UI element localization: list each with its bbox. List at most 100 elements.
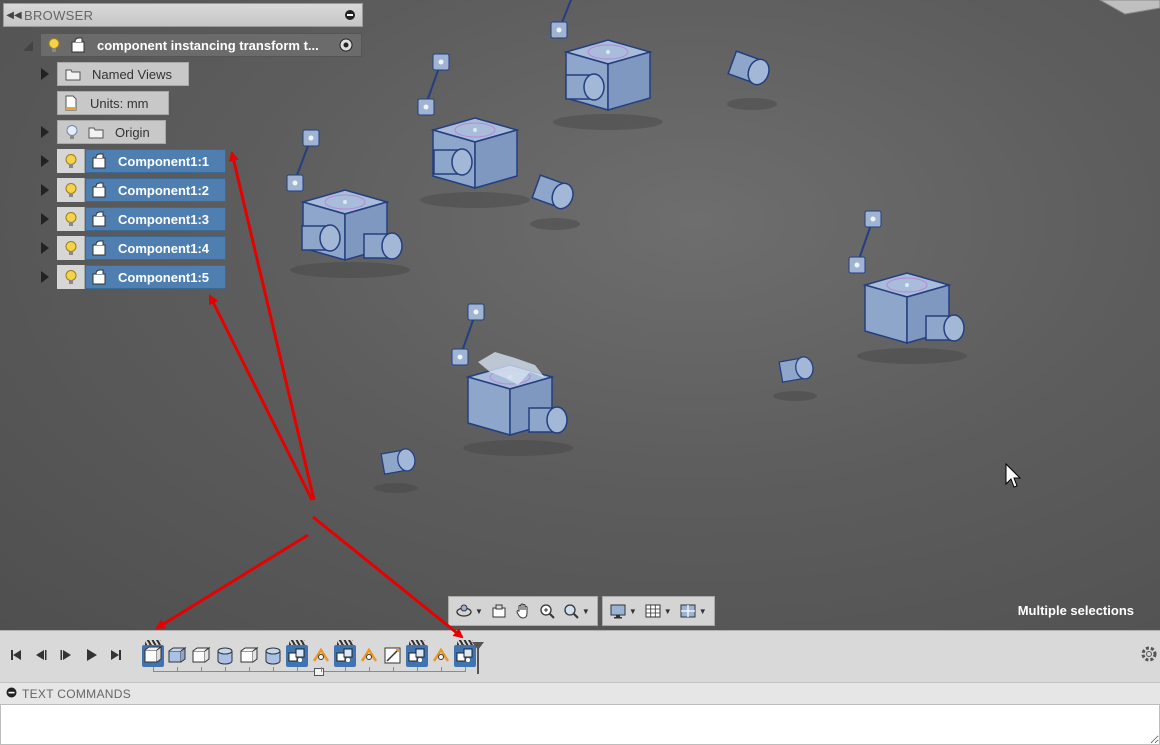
tree-node-named-views[interactable]: Named Views <box>57 62 189 86</box>
component-instance-4[interactable] <box>848 210 965 344</box>
timeline-tick <box>201 667 202 672</box>
pan-hand-icon[interactable] <box>512 600 534 622</box>
folder-icon <box>64 65 82 83</box>
timeline-tick <box>249 667 250 672</box>
pin-icon[interactable] <box>344 9 356 21</box>
viewports-icon[interactable] <box>677 600 699 622</box>
loose-peg-1[interactable] <box>727 49 774 89</box>
zoom-window-icon[interactable] <box>560 600 582 622</box>
timeline-tick <box>153 667 154 672</box>
timeline-feature-component-pattern-icon[interactable] <box>286 645 308 667</box>
visibility-bulb-icon[interactable] <box>62 239 80 257</box>
component-instance-5[interactable] <box>451 303 568 436</box>
tree-node-component-4[interactable]: Component1:4 <box>57 236 226 260</box>
nav-group-display: ▼ ▼ ▼ <box>601 596 715 626</box>
visibility-bulb-off-icon[interactable] <box>63 123 81 141</box>
step-back-icon[interactable] <box>32 646 50 664</box>
expand-component-2-icon[interactable] <box>39 183 51 197</box>
visibility-bulb-icon[interactable] <box>45 36 63 54</box>
display-dropdown-icon[interactable]: ▼ <box>629 607 637 616</box>
text-commands-header[interactable]: TEXT COMMANDS <box>0 682 1160 704</box>
timeline-group-marker <box>457 640 473 645</box>
mouse-cursor-icon <box>1005 462 1022 488</box>
tree-node-root[interactable]: component instancing transform t... <box>40 33 362 57</box>
go-to-start-icon[interactable] <box>7 646 25 664</box>
activate-radio-icon[interactable] <box>337 36 355 54</box>
timeline-feature-component-pattern-icon[interactable] <box>334 645 356 667</box>
expand-component-3-icon[interactable] <box>39 212 51 226</box>
loose-peg-2[interactable] <box>531 173 578 213</box>
timeline-feature-cylinder-icon[interactable] <box>262 645 284 667</box>
expand-named-views-icon[interactable] <box>39 67 51 81</box>
timeline-settings-gear-icon[interactable] <box>1140 645 1158 663</box>
play-step-icon[interactable] <box>57 646 75 664</box>
timeline-feature-box-icon[interactable] <box>190 645 212 667</box>
visibility-bulb-icon[interactable] <box>62 181 80 199</box>
timeline-feature-joint-icon[interactable] <box>310 645 332 667</box>
text-commands-input[interactable] <box>0 704 1160 745</box>
tree-node-root-label: component instancing transform t... <box>97 37 319 53</box>
timeline-tick <box>297 667 298 672</box>
grid-dropdown-icon[interactable]: ▼ <box>664 607 672 616</box>
component-label: Component1:4 <box>118 240 209 256</box>
selection-status: Multiple selections <box>1017 603 1134 618</box>
timeline-feature-component-pattern-icon[interactable] <box>406 645 428 667</box>
view-cube[interactable] <box>1098 0 1160 15</box>
timeline-feature-new-component-icon[interactable] <box>142 645 164 667</box>
component-label: Component1:2 <box>118 182 209 198</box>
grid-icon[interactable] <box>642 600 664 622</box>
tree-node-units[interactable]: Units: mm <box>57 91 169 115</box>
timeline-marker-icon[interactable] <box>314 668 324 676</box>
visibility-bulb-icon[interactable] <box>62 210 80 228</box>
loose-peg-3[interactable] <box>778 354 816 384</box>
minimize-icon[interactable] <box>0 686 22 701</box>
tree-node-component-1[interactable]: Component1:1 <box>57 149 226 173</box>
timeline-tick <box>321 667 322 672</box>
expand-origin-icon[interactable] <box>39 125 51 139</box>
timeline-feature-box-icon[interactable] <box>238 645 260 667</box>
zoom-dropdown-icon[interactable]: ▼ <box>582 607 590 616</box>
expand-root-icon[interactable] <box>22 38 34 52</box>
timeline-tick <box>465 667 466 672</box>
component-icon <box>69 36 87 54</box>
timeline-tick <box>369 667 370 672</box>
visibility-bulb-icon[interactable] <box>62 268 80 286</box>
timeline-end-marker-icon[interactable] <box>472 642 484 674</box>
tree-node-component-2[interactable]: Component1:2 <box>57 178 226 202</box>
visibility-bulb-icon[interactable] <box>62 152 80 170</box>
zoom-icon[interactable] <box>536 600 558 622</box>
expand-component-4-icon[interactable] <box>39 241 51 255</box>
timeline-group-marker <box>409 640 425 645</box>
nav-group-view: ▼ ▼ <box>448 596 598 626</box>
tree-node-component-5[interactable]: Component1:5 <box>57 265 226 289</box>
tree-node-component-3[interactable]: Component1:3 <box>57 207 226 231</box>
play-icon[interactable] <box>82 646 100 664</box>
look-at-icon[interactable] <box>488 600 510 622</box>
timeline-tick <box>417 667 418 672</box>
document-units-icon <box>62 94 80 112</box>
collapse-panel-icon[interactable]: ◀◀ <box>4 10 24 21</box>
timeline-feature-joint-icon[interactable] <box>358 645 380 667</box>
component-instance-2[interactable] <box>417 53 518 189</box>
viewport-canvas[interactable]: ◀◀ BROWSER component instancing transfor… <box>0 0 1160 630</box>
timeline-feature-joint-icon[interactable] <box>430 645 452 667</box>
component-icon <box>90 268 108 286</box>
browser-header[interactable]: ◀◀ BROWSER <box>3 3 363 27</box>
component-label: Component1:5 <box>118 269 209 285</box>
orbit-icon[interactable] <box>453 600 475 622</box>
component-instance-3[interactable] <box>550 0 651 111</box>
component-label: Component1:3 <box>118 211 209 227</box>
display-settings-icon[interactable] <box>607 600 629 622</box>
named-views-label: Named Views <box>92 66 172 82</box>
timeline-feature-sketch-icon[interactable] <box>382 645 404 667</box>
loose-peg-4[interactable] <box>380 446 418 476</box>
viewports-dropdown-icon[interactable]: ▼ <box>699 607 707 616</box>
tree-node-origin[interactable]: Origin <box>57 120 166 144</box>
expand-component-5-icon[interactable] <box>39 270 51 284</box>
timeline-feature-extrude-icon[interactable] <box>166 645 188 667</box>
orbit-dropdown-icon[interactable]: ▼ <box>475 607 483 616</box>
expand-component-1-icon[interactable] <box>39 154 51 168</box>
origin-label: Origin <box>115 124 150 140</box>
go-to-end-icon[interactable] <box>107 646 125 664</box>
timeline-feature-cylinder-icon[interactable] <box>214 645 236 667</box>
